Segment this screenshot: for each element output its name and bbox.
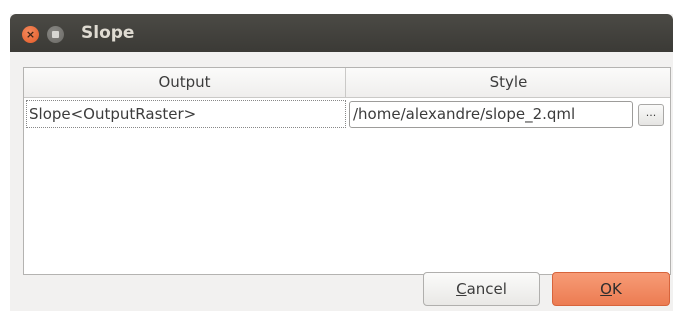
ok-button[interactable]: OK	[552, 272, 670, 306]
slope-dialog: × Slope Output Style Slope<OutputRaster>…	[10, 14, 673, 311]
style-path-input[interactable]: /home/alexandre/slope_2.qml	[349, 101, 633, 128]
column-header-output[interactable]: Output	[24, 68, 346, 97]
close-icon: ×	[25, 28, 36, 41]
ok-mnemonic: O	[600, 280, 612, 298]
table-row: Slope<OutputRaster> /home/alexandre/slop…	[24, 98, 670, 130]
browse-button[interactable]: ...	[638, 104, 664, 126]
minimize-window-button[interactable]	[47, 26, 64, 43]
ok-label-rest: K	[611, 280, 622, 298]
close-window-button[interactable]: ×	[22, 26, 39, 43]
style-cell: /home/alexandre/slope_2.qml ...	[347, 98, 670, 130]
cancel-label-rest: ancel	[466, 280, 507, 298]
title-bar: × Slope	[10, 14, 673, 52]
cancel-button[interactable]: Cancel	[423, 272, 540, 306]
window-title: Slope	[81, 23, 135, 43]
cancel-mnemonic: C	[456, 280, 467, 298]
table-header: Output Style	[24, 68, 670, 98]
column-header-style[interactable]: Style	[347, 68, 670, 97]
output-style-table: Output Style Slope<OutputRaster> /home/a…	[23, 67, 671, 275]
output-cell[interactable]: Slope<OutputRaster>	[26, 100, 346, 128]
